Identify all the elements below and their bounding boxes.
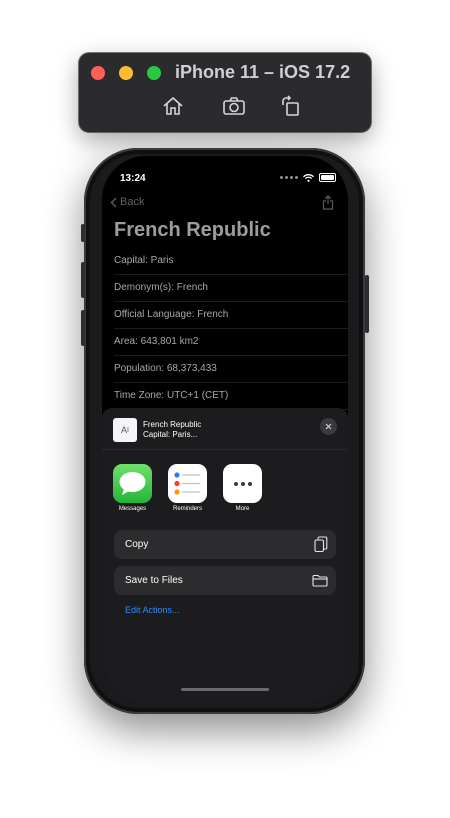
share-button[interactable] xyxy=(322,195,334,215)
save-to-files-label: Save to Files xyxy=(125,575,183,586)
share-app-row: Messages Reminders More xyxy=(113,464,262,512)
wifi-icon xyxy=(303,173,314,182)
home-indicator xyxy=(181,688,269,691)
status-indicators xyxy=(280,173,336,182)
info-row-timezone: Time Zone: UTC+1 (CET) xyxy=(114,383,348,410)
close-window-button[interactable] xyxy=(91,66,105,80)
ellipsis-icon xyxy=(223,464,262,503)
screenshot-icon xyxy=(223,97,245,115)
silent-switch xyxy=(81,224,85,242)
share-app-more[interactable]: More xyxy=(223,464,262,512)
app-label: Reminders xyxy=(172,506,202,512)
text-document-icon: AI xyxy=(113,418,137,442)
share-app-messages[interactable]: Messages xyxy=(113,464,152,512)
status-time: 13:24 xyxy=(120,173,146,184)
app-label: Messages xyxy=(118,506,147,512)
phone-screen: 13:24 Back French Republic Capital: Pari… xyxy=(102,156,348,704)
volume-up-button xyxy=(81,262,85,298)
back-button[interactable]: Back xyxy=(110,196,144,208)
info-row-population: Population: 68,373,433 xyxy=(114,356,348,383)
messages-icon xyxy=(113,464,152,503)
app-label: More xyxy=(235,506,250,512)
battery-icon xyxy=(319,173,336,182)
info-row-language: Official Language: French xyxy=(114,302,348,329)
share-preview-subtitle: Capital: Paris... xyxy=(143,430,198,439)
info-row-demonym: Demonym(s): French xyxy=(114,275,348,302)
power-button xyxy=(365,275,369,333)
screenshot-button[interactable] xyxy=(221,94,247,118)
info-row-capital: Capital: Paris xyxy=(114,248,348,275)
back-label: Back xyxy=(120,196,145,208)
rotate-icon xyxy=(282,95,299,116)
chevron-left-icon xyxy=(110,197,117,207)
folder-icon xyxy=(312,574,328,587)
share-icon xyxy=(322,195,334,210)
share-app-reminders[interactable]: Reminders xyxy=(168,464,207,512)
simulator-window-toolbar: iPhone 11 – iOS 17.2 xyxy=(79,53,371,132)
share-sheet: AI French Republic Capital: Paris... Mes… xyxy=(102,408,348,704)
volume-down-button xyxy=(81,310,85,346)
share-preview-title: French Republic xyxy=(143,420,202,429)
close-icon xyxy=(325,423,332,430)
edit-actions-link[interactable]: Edit Actions... xyxy=(125,605,180,615)
info-row-area: Area: 643,801 km2 xyxy=(114,329,348,356)
home-icon xyxy=(163,96,183,115)
cellular-icon xyxy=(280,176,298,179)
page-title: French Republic xyxy=(114,219,271,241)
info-list: Capital: Paris Demonym(s): French Offici… xyxy=(114,248,348,410)
simulator-title: iPhone 11 – iOS 17.2 xyxy=(175,62,351,82)
reminders-icon xyxy=(168,464,207,503)
rotate-button[interactable] xyxy=(278,94,304,118)
share-sheet-header: AI French Republic Capital: Paris... xyxy=(102,408,348,450)
copy-action[interactable]: Copy xyxy=(114,530,336,559)
minimize-window-button[interactable] xyxy=(119,66,133,80)
copy-icon xyxy=(314,536,328,553)
copy-label: Copy xyxy=(125,539,149,550)
share-close-button[interactable] xyxy=(320,418,337,435)
save-to-files-action[interactable]: Save to Files xyxy=(114,566,336,595)
zoom-window-button[interactable] xyxy=(147,66,161,80)
home-button[interactable] xyxy=(160,94,186,118)
